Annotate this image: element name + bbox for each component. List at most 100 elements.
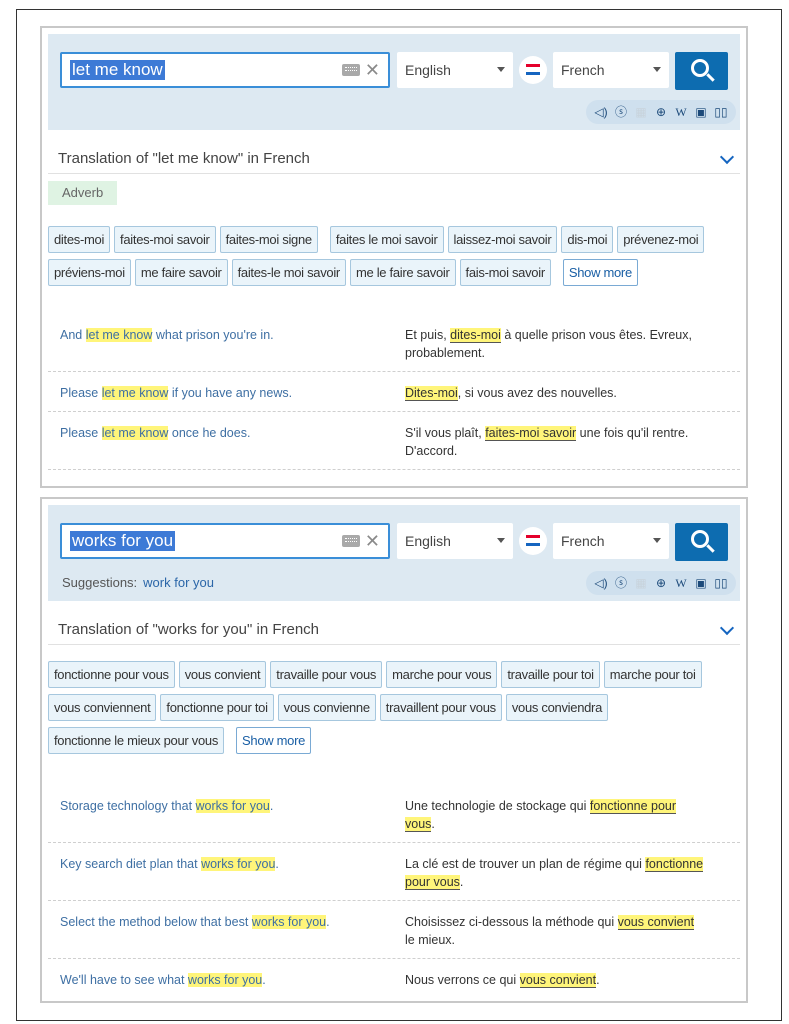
chevron-down-icon xyxy=(653,538,661,543)
translation-chip[interactable]: faites-le moi savoir xyxy=(231,259,346,286)
example-target: S'il vous plaît, faites-moi savoir une f… xyxy=(405,424,705,460)
example-source: Key search diet plan that works for you. xyxy=(60,855,390,873)
suggestion-link[interactable]: work for you xyxy=(143,575,214,590)
example-source: Storage technology that works for you. xyxy=(60,797,390,815)
translation-chip[interactable]: faites le moi savoir xyxy=(329,226,444,253)
show-more-button[interactable]: Show more xyxy=(562,259,638,286)
target-language-label: French xyxy=(561,62,605,78)
translation-chip[interactable]: fonctionne le mieux pour vous xyxy=(48,727,225,754)
translation-title: Translation of "works for you" in French xyxy=(58,621,320,638)
search-bar: let me know ✕ English French ◁) ⓢ ▦ ⊕ W … xyxy=(48,34,740,130)
divider xyxy=(48,173,740,174)
grid-icon[interactable]: ▦ xyxy=(634,575,648,591)
example-source: Please let me know once he does. xyxy=(60,424,390,442)
translation-chip[interactable]: travaille pour toi xyxy=(501,661,600,688)
chevron-down-icon[interactable] xyxy=(719,620,735,636)
example-target: La clé est de trouver un plan de régime … xyxy=(405,855,705,891)
translation-chip[interactable]: vous convienne xyxy=(277,694,376,721)
translation-chip[interactable]: préviens-moi xyxy=(48,259,131,286)
divider xyxy=(48,644,740,645)
globe-icon[interactable]: ⊕ xyxy=(654,104,668,120)
search-input[interactable]: works for you ✕ xyxy=(60,523,390,559)
grid-icon[interactable]: ▦ xyxy=(634,104,648,120)
example-list: Storage technology that works for you. U… xyxy=(48,783,740,999)
translation-chip[interactable]: travaillent pour vous xyxy=(379,694,502,721)
suggestions-label: Suggestions: xyxy=(62,575,138,590)
translation-chip[interactable]: dis-moi xyxy=(561,226,614,253)
toolbar: ◁) ⓢ ▦ ⊕ W ▣ ▯▯ xyxy=(586,571,736,595)
search-input[interactable]: let me know ✕ xyxy=(60,52,390,88)
translation-chip[interactable]: me faire savoir xyxy=(134,259,228,286)
translation-chips: dites-moi faites-moi savoir faites-moi s… xyxy=(48,226,740,286)
search-input-text: works for you xyxy=(70,531,176,551)
speaker-icon[interactable]: ◁) xyxy=(594,104,608,120)
search-icon-handle xyxy=(706,544,715,553)
chevron-down-icon xyxy=(653,67,661,72)
skype-icon[interactable]: ⓢ xyxy=(614,575,628,591)
translation-chip[interactable]: marche pour toi xyxy=(603,661,702,688)
example-text: Choisissez ci-dessous la méthode qui xyxy=(405,915,618,929)
target-language-select[interactable]: French xyxy=(553,523,669,559)
example-row: And let me know what prison you're in. E… xyxy=(48,312,740,372)
example-target: Choisissez ci-dessous la méthode qui vou… xyxy=(405,913,705,949)
source-language-select[interactable]: English xyxy=(397,523,513,559)
translation-chip[interactable]: fonctionne pour toi xyxy=(160,694,274,721)
wikipedia-icon[interactable]: W xyxy=(674,104,688,120)
search-bar: works for you ✕ English French Suggestio… xyxy=(48,505,740,601)
target-language-select[interactable]: French xyxy=(553,52,669,88)
example-text: . xyxy=(431,817,435,831)
skype-icon[interactable]: ⓢ xyxy=(614,104,628,120)
translation-title: Translation of "let me know" in French xyxy=(58,150,310,167)
keyboard-icon[interactable] xyxy=(342,64,360,76)
translation-chip[interactable]: me le faire savoir xyxy=(349,259,456,286)
speaker-icon[interactable]: ◁) xyxy=(594,575,608,591)
translation-chip[interactable]: prévenez-moi xyxy=(617,226,705,253)
translation-chip[interactable]: laissez-moi savoir xyxy=(447,226,558,253)
example-row: Select the method below that best works … xyxy=(48,901,740,959)
image-icon[interactable]: ▣ xyxy=(694,104,708,120)
example-target: Dites-moi, si vous avez des nouvelles. xyxy=(405,384,705,402)
example-text: S'il vous plaît, xyxy=(405,426,486,440)
translation-chip[interactable]: vous conviendra xyxy=(505,694,609,721)
swap-languages-icon[interactable] xyxy=(519,527,547,555)
translation-chip[interactable]: vous conviennent xyxy=(48,694,157,721)
example-row: Storage technology that works for you. U… xyxy=(48,783,740,843)
translation-panel-2: works for you ✕ English French Suggestio… xyxy=(40,497,748,1003)
swap-languages-icon[interactable] xyxy=(519,56,547,84)
example-text: Nous verrons ce qui xyxy=(405,973,520,987)
example-highlight: works for you xyxy=(187,973,263,987)
keyboard-icon[interactable] xyxy=(342,535,360,547)
show-more-button[interactable]: Show more xyxy=(236,727,312,754)
search-button[interactable] xyxy=(675,523,728,561)
example-highlight: let me know xyxy=(101,426,169,440)
example-highlight: faites-moi savoir xyxy=(485,426,577,441)
book-icon[interactable]: ▯▯ xyxy=(714,575,728,591)
wikipedia-icon[interactable]: W xyxy=(674,575,688,591)
image-icon[interactable]: ▣ xyxy=(694,575,708,591)
target-language-label: French xyxy=(561,533,605,549)
source-language-label: English xyxy=(405,533,451,549)
translation-chip[interactable]: vous convient xyxy=(178,661,267,688)
clear-icon[interactable]: ✕ xyxy=(365,58,380,82)
example-text: . xyxy=(262,973,266,987)
translation-chip[interactable]: fais-moi savoir xyxy=(459,259,551,286)
source-language-select[interactable]: English xyxy=(397,52,513,88)
globe-icon[interactable]: ⊕ xyxy=(654,575,668,591)
suggestions: Suggestions: work for you xyxy=(62,575,214,590)
translation-chip[interactable]: fonctionne pour vous xyxy=(48,661,175,688)
chevron-down-icon[interactable] xyxy=(719,149,735,165)
book-icon[interactable]: ▯▯ xyxy=(714,104,728,120)
translation-chip[interactable]: travaille pour vous xyxy=(270,661,383,688)
example-text: if you have any news. xyxy=(168,386,293,400)
source-language-label: English xyxy=(405,62,451,78)
search-button[interactable] xyxy=(675,52,728,90)
clear-icon[interactable]: ✕ xyxy=(365,529,380,553)
example-highlight: let me know xyxy=(85,328,153,342)
translation-chip[interactable]: faites-moi signe xyxy=(219,226,318,253)
translation-chip[interactable]: dites-moi xyxy=(48,226,111,253)
example-text: once he does. xyxy=(168,426,251,440)
translation-chip[interactable]: faites-moi savoir xyxy=(114,226,216,253)
chevron-down-icon xyxy=(497,67,505,72)
example-text: . xyxy=(596,973,600,987)
translation-chip[interactable]: marche pour vous xyxy=(386,661,498,688)
